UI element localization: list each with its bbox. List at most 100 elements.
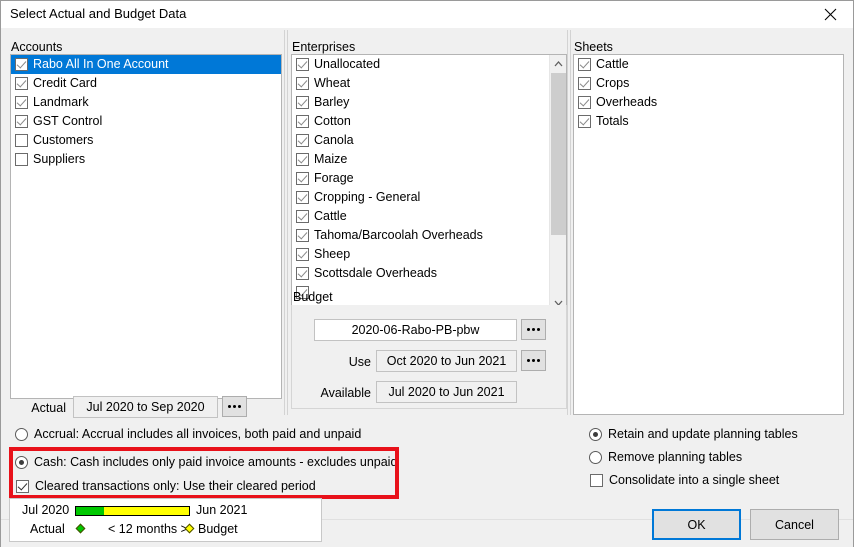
- ellipsis-icon: [527, 359, 540, 362]
- retain-planning-radio[interactable]: Retain and update planning tables: [589, 427, 798, 441]
- checkbox-icon[interactable]: [15, 58, 28, 71]
- list-item[interactable]: Maize: [292, 150, 550, 169]
- actual-legend-marker: [75, 523, 86, 534]
- checkbox-icon[interactable]: [16, 479, 29, 493]
- accrual-radio[interactable]: Accrual: Accrual includes all invoices, …: [15, 427, 361, 441]
- list-item[interactable]: Customers: [11, 131, 281, 150]
- timeline-bar[interactable]: [75, 506, 190, 516]
- list-item[interactable]: Tahoma/Barcoolah Overheads: [292, 226, 550, 245]
- splitter-left[interactable]: [284, 30, 288, 415]
- list-item[interactable]: Forage: [292, 169, 550, 188]
- list-item[interactable]: Totals: [574, 112, 843, 131]
- budget-name-field[interactable]: 2020-06-Rabo-PB-pbw: [314, 319, 517, 341]
- actual-period-field[interactable]: Jul 2020 to Sep 2020: [73, 396, 218, 418]
- accounts-group-label: Accounts: [11, 40, 63, 54]
- radio-icon[interactable]: [589, 427, 602, 441]
- budget-name-browse-button[interactable]: [521, 319, 546, 340]
- accrual-radio-label: Accrual: Accrual includes all invoices, …: [34, 427, 362, 441]
- list-item[interactable]: Sheep: [292, 245, 550, 264]
- timeline-start-label: Jul 2020: [22, 503, 70, 517]
- enterprises-scrollbar[interactable]: [549, 55, 566, 311]
- checkbox-icon[interactable]: [578, 115, 591, 128]
- radio-icon[interactable]: [15, 427, 28, 441]
- list-item[interactable]: Credit Card: [11, 74, 281, 93]
- checkbox-icon[interactable]: [296, 96, 309, 109]
- remove-planning-radio[interactable]: Remove planning tables: [589, 450, 742, 464]
- checkbox-icon[interactable]: [296, 248, 309, 261]
- actual-label: Actual: [31, 401, 66, 415]
- budget-use-field[interactable]: Oct 2020 to Jun 2021: [376, 350, 517, 372]
- sheets-listbox[interactable]: Cattle Crops Overheads Totals: [573, 54, 844, 415]
- radio-icon[interactable]: [589, 450, 602, 464]
- list-item[interactable]: Cattle: [292, 207, 550, 226]
- list-item[interactable]: Barley: [292, 93, 550, 112]
- list-item-label: Credit Card: [33, 76, 97, 90]
- budget-use-browse-button[interactable]: [521, 350, 546, 371]
- cancel-button[interactable]: Cancel: [750, 509, 839, 540]
- list-item[interactable]: Landmark: [11, 93, 281, 112]
- checkbox-icon[interactable]: [296, 153, 309, 166]
- list-item-label: Scottsdale Overheads: [314, 266, 437, 280]
- splitter-right[interactable]: [567, 30, 571, 415]
- checkbox-icon[interactable]: [296, 191, 309, 204]
- radio-icon[interactable]: [15, 455, 28, 469]
- checkbox-icon[interactable]: [296, 134, 309, 147]
- list-item[interactable]: Cotton: [292, 112, 550, 131]
- timeline-panel[interactable]: Jul 2020 Jun 2021 Actual < 12 months > B…: [9, 498, 322, 542]
- checkbox-icon[interactable]: [15, 153, 28, 166]
- cleared-transactions-checkbox[interactable]: Cleared transactions only: Use their cle…: [16, 479, 316, 493]
- checkbox-icon[interactable]: [15, 77, 28, 90]
- list-item[interactable]: Scottsdale Overheads: [292, 264, 550, 283]
- checkbox-icon[interactable]: [15, 115, 28, 128]
- consolidate-checkbox[interactable]: Consolidate into a single sheet: [590, 473, 779, 487]
- checkbox-icon[interactable]: [296, 115, 309, 128]
- list-item[interactable]: GST Control: [11, 112, 281, 131]
- close-icon[interactable]: [807, 1, 853, 28]
- list-item[interactable]: Cattle: [574, 55, 843, 74]
- list-item[interactable]: Rabo All In One Account: [11, 55, 281, 74]
- ok-button[interactable]: OK: [652, 509, 741, 540]
- list-item-label: Suppliers: [33, 152, 86, 166]
- list-item-label: Wheat: [314, 76, 351, 90]
- checkbox-icon[interactable]: [578, 77, 591, 90]
- accounts-listbox[interactable]: Rabo All In One Account Credit Card Land…: [10, 54, 282, 399]
- list-item-label: Landmark: [33, 95, 89, 109]
- checkbox-icon[interactable]: [590, 473, 603, 487]
- dialog-window: Select Actual and Budget Data Accounts R…: [0, 0, 854, 547]
- chevron-up-icon[interactable]: [550, 55, 566, 72]
- list-item[interactable]: Canola: [292, 131, 550, 150]
- list-item[interactable]: Crops: [574, 74, 843, 93]
- list-item-label: Cattle: [596, 57, 629, 71]
- checkbox-icon[interactable]: [578, 58, 591, 71]
- checkbox-icon[interactable]: [296, 267, 309, 280]
- list-item-label: Rabo All In One Account: [33, 57, 169, 71]
- checkbox-icon[interactable]: [296, 229, 309, 242]
- checkbox-icon[interactable]: [296, 172, 309, 185]
- checkbox-icon[interactable]: [578, 96, 591, 109]
- list-item-label: Maize: [314, 152, 348, 166]
- scrollbar-thumb[interactable]: [551, 73, 566, 235]
- list-item[interactable]: Wheat: [292, 74, 550, 93]
- list-item[interactable]: Overheads: [574, 93, 843, 112]
- list-item-label: Cattle: [314, 209, 347, 223]
- budget-use-label: Use: [348, 355, 371, 369]
- budget-group-label: Budget: [293, 290, 333, 304]
- checkbox-icon[interactable]: [296, 58, 309, 71]
- list-item-label: Overheads: [596, 95, 658, 109]
- timeline-range-label[interactable]: < 12 months >: [108, 522, 188, 536]
- cash-radio[interactable]: Cash: Cash includes only paid invoice am…: [15, 455, 397, 469]
- enterprises-listbox[interactable]: Unallocated Wheat Barley Cotton Canola M…: [291, 54, 567, 312]
- checkbox-icon[interactable]: [15, 134, 28, 147]
- checkbox-icon[interactable]: [296, 77, 309, 90]
- list-item-label: Barley: [314, 95, 350, 109]
- budget-available-label: Available: [320, 386, 371, 400]
- title-bar: Select Actual and Budget Data: [1, 1, 853, 28]
- remove-planning-label: Remove planning tables: [608, 450, 743, 464]
- actual-browse-button[interactable]: [222, 396, 247, 417]
- checkbox-icon[interactable]: [15, 96, 28, 109]
- budget-available-field: Jul 2020 to Jun 2021: [376, 381, 517, 403]
- checkbox-icon[interactable]: [296, 210, 309, 223]
- list-item[interactable]: Suppliers: [11, 150, 281, 169]
- list-item[interactable]: Cropping - General: [292, 188, 550, 207]
- list-item[interactable]: Unallocated: [292, 55, 550, 74]
